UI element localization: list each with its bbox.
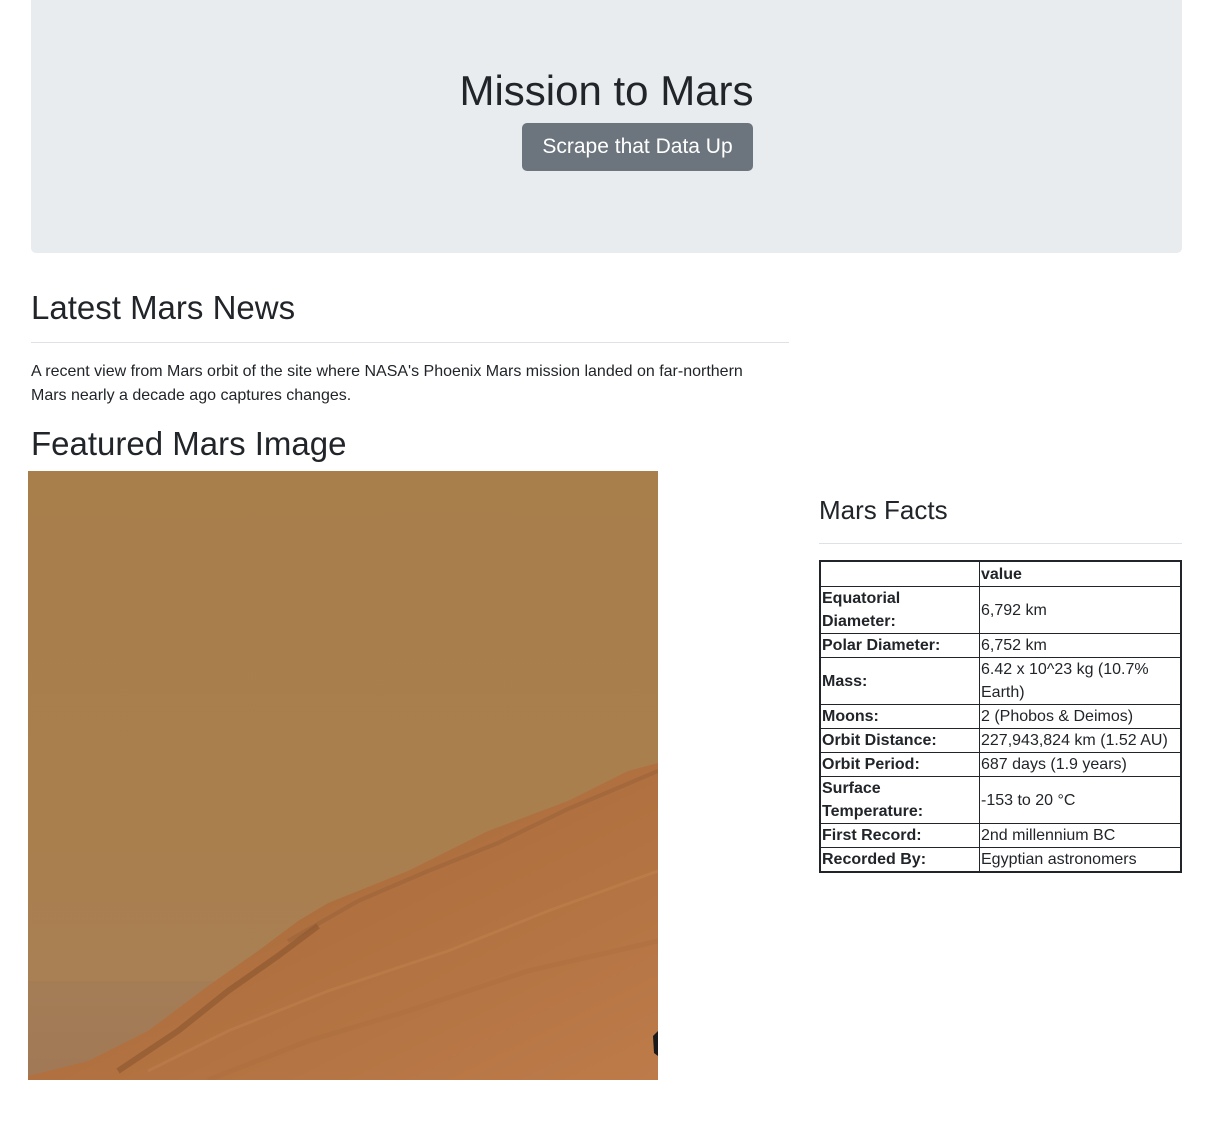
fact-value: 6,752 km xyxy=(979,633,1182,658)
table-row: Orbit Period: 687 days (1.9 years) xyxy=(819,752,1182,777)
page-title: Mission to Mars xyxy=(459,67,754,114)
fact-value: -153 to 20 °C xyxy=(979,776,1182,824)
table-row: First Record: 2nd millennium BC xyxy=(819,823,1182,848)
fact-label: First Record: xyxy=(819,823,980,848)
featured-mars-image xyxy=(28,471,658,1080)
table-header-cell xyxy=(819,560,980,587)
table-row: Moons: 2 (Phobos & Deimos) xyxy=(819,704,1182,729)
fact-label: Recorded By: xyxy=(819,847,980,873)
news-heading: Latest Mars News xyxy=(31,289,296,326)
table-row: Mass: 6.42 x 10^23 kg (10.7% Earth) xyxy=(819,657,1182,705)
table-row: Equatorial Diameter: 6,792 km xyxy=(819,586,1182,634)
fact-value: 227,943,824 km (1.52 AU) xyxy=(979,728,1182,753)
fact-label: Moons: xyxy=(819,704,980,729)
table-row: Orbit Distance: 227,943,824 km (1.52 AU) xyxy=(819,728,1182,753)
news-paragraph: A recent view from Mars orbit of the sit… xyxy=(31,363,743,404)
facts-divider xyxy=(819,543,1182,544)
fact-value: 2nd millennium BC xyxy=(979,823,1182,848)
fact-value: 2 (Phobos & Deimos) xyxy=(979,704,1182,729)
featured-image-heading: Featured Mars Image xyxy=(31,425,347,462)
mars-facts-table: value Equatorial Diameter: 6,792 km Pola… xyxy=(819,560,1182,873)
table-row: Recorded By: Egyptian astronomers xyxy=(819,847,1182,873)
fact-value: 6,792 km xyxy=(979,586,1182,634)
fact-label: Equatorial Diameter: xyxy=(819,586,980,634)
table-row: Surface Temperature: -153 to 20 °C xyxy=(819,776,1182,824)
fact-value: 687 days (1.9 years) xyxy=(979,752,1182,777)
table-header-row: value xyxy=(819,560,1182,587)
fact-label: Orbit Period: xyxy=(819,752,980,777)
fact-label: Mass: xyxy=(819,657,980,705)
fact-value: Egyptian astronomers xyxy=(979,847,1182,873)
scrape-button[interactable]: Scrape that Data Up xyxy=(522,123,753,171)
fact-label: Orbit Distance: xyxy=(819,728,980,753)
fact-label: Surface Temperature: xyxy=(819,776,980,824)
facts-heading: Mars Facts xyxy=(819,495,948,525)
news-divider xyxy=(31,342,789,343)
jumbotron: Mission to Mars Scrape that Data Up xyxy=(31,0,1182,253)
table-row: Polar Diameter: 6,752 km xyxy=(819,633,1182,658)
table-header-cell: value xyxy=(979,560,1182,587)
fact-label: Polar Diameter: xyxy=(819,633,980,658)
fact-value: 6.42 x 10^23 kg (10.7% Earth) xyxy=(979,657,1182,705)
